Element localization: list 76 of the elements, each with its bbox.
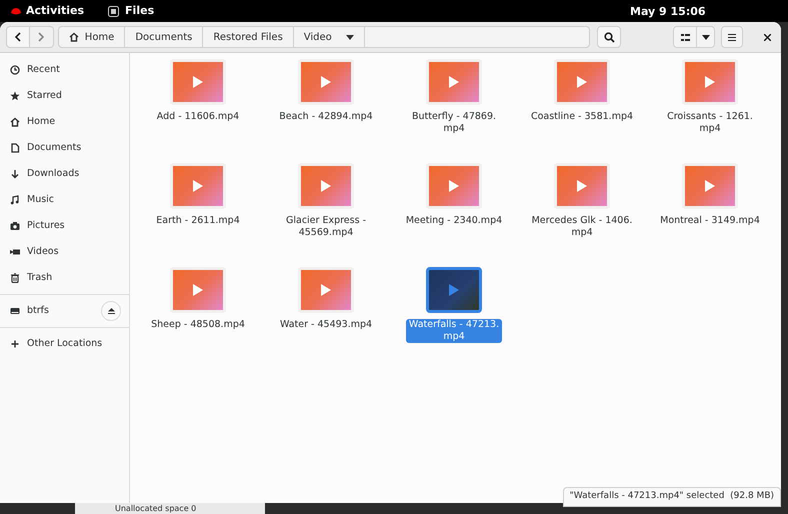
partition-label: Unallocated space 0 [115, 504, 196, 513]
play-icon [193, 284, 203, 296]
play-icon [321, 76, 331, 88]
file-name: Montreal - 3149.mp4 [659, 215, 761, 227]
sidebar-item[interactable]: Home [0, 109, 129, 135]
view-mode-button[interactable] [673, 26, 698, 48]
caret-icon [702, 34, 710, 40]
sidebar-item[interactable]: Recent [0, 57, 129, 83]
menu-icon [728, 34, 736, 40]
play-icon [449, 76, 459, 88]
hat-logo-icon [10, 6, 22, 16]
search-icon [604, 32, 615, 42]
sidebar-item[interactable]: Music [0, 187, 129, 213]
menu-button[interactable] [721, 26, 744, 48]
play-icon [321, 180, 331, 192]
play-icon [449, 284, 459, 296]
file-name: Butterfly - 47869. mp4 [410, 111, 498, 135]
file-name: Add - 11606.mp4 [156, 111, 240, 123]
play-icon [193, 180, 203, 192]
path-segment[interactable]: Home [58, 27, 126, 47]
trash-icon [10, 273, 20, 283]
camera-icon [10, 221, 20, 231]
play-icon [193, 76, 203, 88]
list-view-icon [680, 34, 690, 40]
view-options-button[interactable] [697, 26, 716, 48]
file-name: Earth - 2611.mp4 [155, 215, 241, 227]
star-icon [10, 91, 20, 101]
clock-icon [10, 65, 20, 75]
back-icon [14, 32, 22, 42]
sidebar-item[interactable]: Videos [0, 239, 129, 265]
close-icon [764, 34, 771, 40]
file-name: Water - 45493.mp4 [278, 319, 374, 331]
play-icon [577, 180, 587, 192]
eject-button[interactable] [101, 301, 121, 321]
sidebar-item[interactable]: btrfs [0, 298, 129, 324]
drive-icon [10, 306, 20, 316]
eject-icon [108, 308, 114, 314]
play-icon [705, 76, 715, 88]
sidebar-item[interactable]: Pictures [0, 213, 129, 239]
video-thumbnail[interactable] [426, 267, 482, 313]
caret-icon [346, 34, 354, 40]
file-name: Sheep - 48508.mp4 [150, 319, 246, 331]
path-segment[interactable]: Video [294, 27, 365, 47]
play-icon [577, 76, 587, 88]
sidebar-item[interactable]: Trash [0, 265, 129, 291]
clock[interactable]: May 9 15:06 [630, 4, 706, 20]
activities-button[interactable]: Activities [26, 2, 84, 20]
app-menu[interactable]: Files [125, 2, 154, 20]
path-segment[interactable]: Restored Files [203, 27, 294, 47]
file-name: Mercedes Glk - 1406. mp4 [530, 215, 634, 239]
file-name: Coastline - 3581.mp4 [530, 111, 634, 123]
forward-icon [37, 32, 46, 42]
play-icon [705, 180, 715, 192]
status-label: "Waterfalls - 47213.mp4" selected (92.8 MB) [562, 487, 781, 507]
home-icon [68, 32, 79, 42]
download-icon [10, 169, 20, 179]
home-icon [10, 117, 20, 127]
file-name: Croissants - 1261. mp4 [666, 111, 754, 135]
file-name: Glacier Express - 45569.mp4 [285, 215, 367, 239]
file-name: Waterfalls - 47213. mp4 [406, 319, 502, 343]
plus-icon [10, 339, 20, 349]
back-button[interactable] [6, 26, 30, 48]
play-icon [321, 284, 331, 296]
path-segment[interactable]: Documents [125, 27, 204, 47]
sidebar-item[interactable]: Downloads [0, 161, 129, 187]
sidebar-item[interactable]: Documents [0, 135, 129, 161]
file-name: Meeting - 2340.mp4 [404, 215, 504, 227]
play-icon [449, 180, 459, 192]
search-button[interactable] [597, 26, 622, 48]
sidebar-item[interactable]: Starred [0, 83, 129, 109]
document-icon [10, 143, 20, 153]
sidebar-item[interactable]: Other Locations [0, 331, 129, 357]
file-name: Beach - 42894.mp4 [278, 111, 374, 123]
app-icon [108, 6, 120, 16]
music-note-icon [10, 195, 20, 205]
video-camera-icon [10, 247, 20, 257]
